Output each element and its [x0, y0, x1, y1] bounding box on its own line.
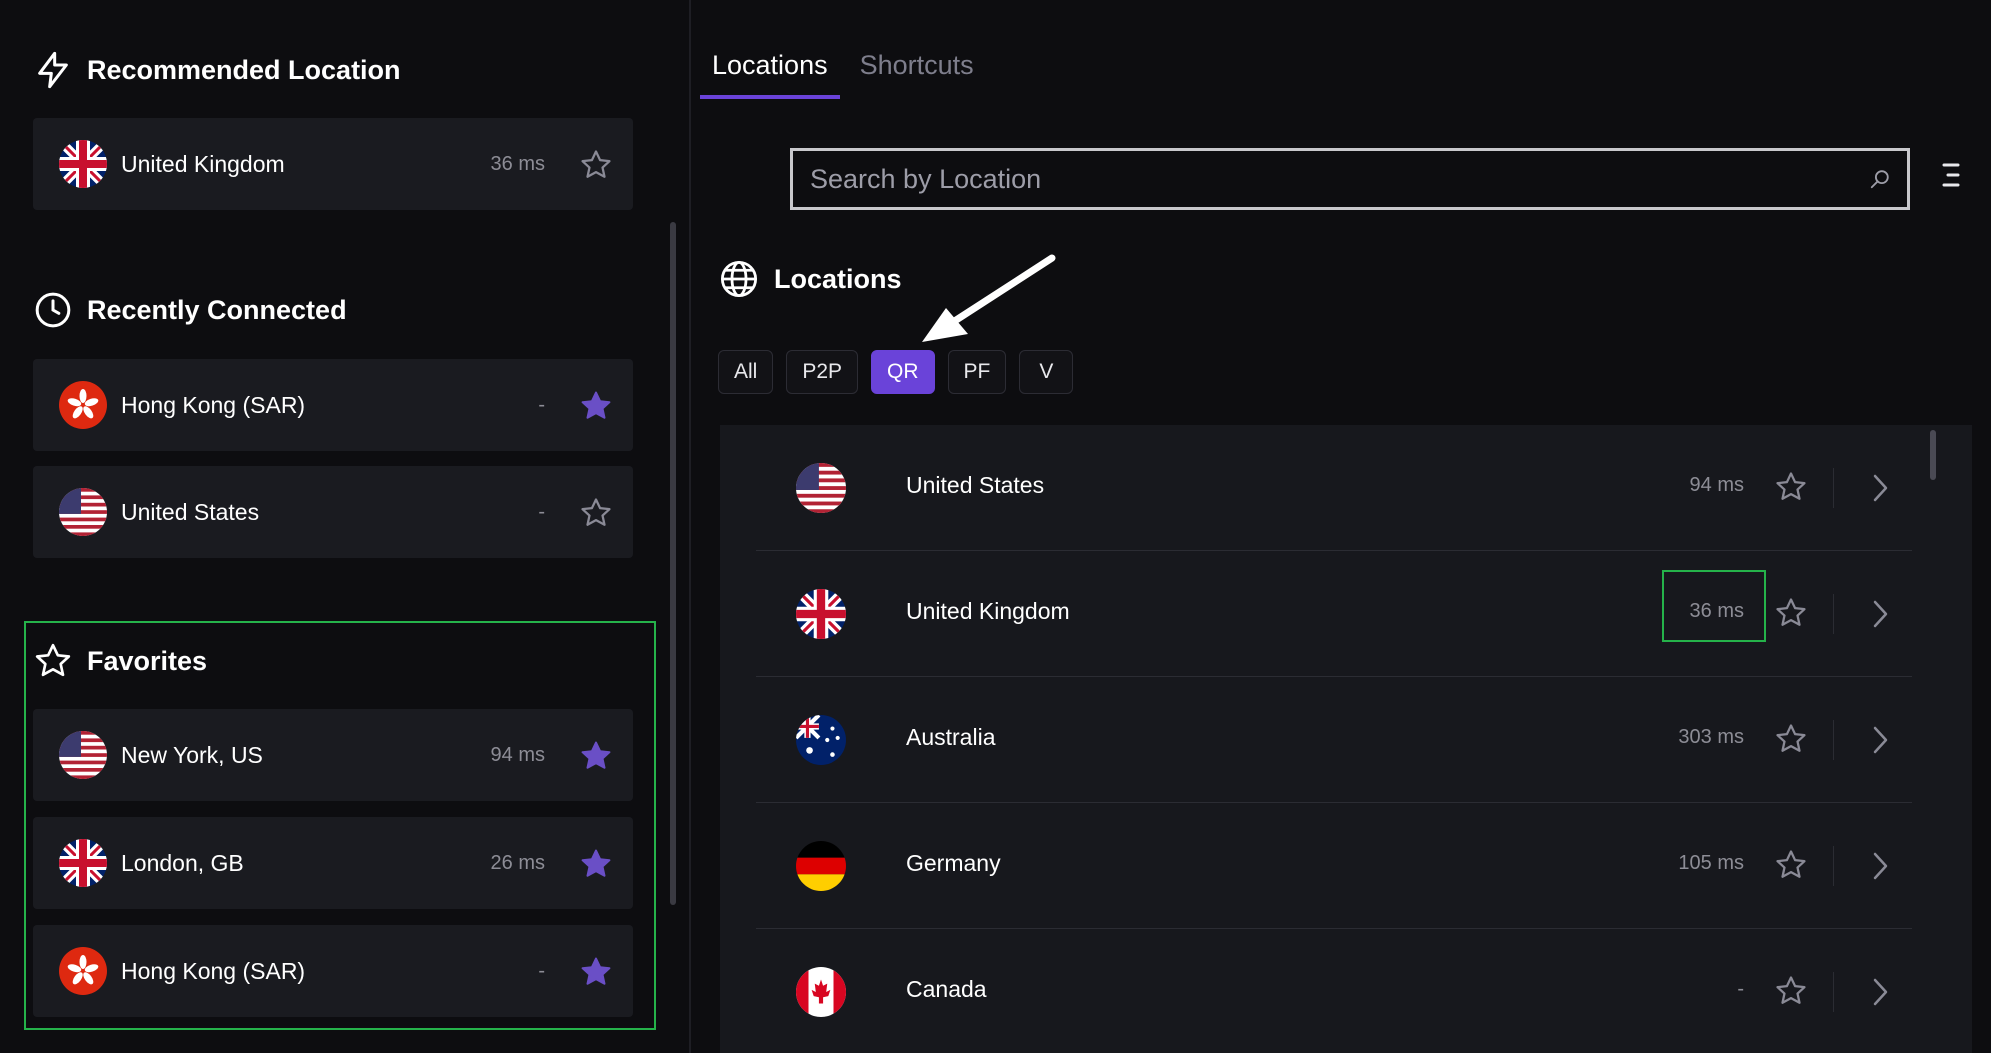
ping-highlight-box: [1662, 570, 1766, 642]
panel-divider: [689, 0, 691, 1053]
favorite-location-row[interactable]: New York, US 94 ms: [33, 709, 633, 801]
location-ping: -: [1737, 978, 1744, 1000]
location-name: Germany: [906, 850, 1001, 876]
star-outline-icon[interactable]: [1774, 470, 1808, 504]
filter-chip-p2p[interactable]: P2P: [786, 350, 859, 394]
location-row[interactable]: Canada -: [756, 929, 1912, 1053]
favorite-location-row[interactable]: Hong Kong (SAR) -: [33, 925, 633, 1017]
filter-chips: All P2P QR PF V: [718, 350, 1074, 394]
recommended-location-row[interactable]: United Kingdom 36 ms: [33, 118, 633, 210]
recommended-header: Recommended Location: [33, 50, 401, 90]
left-scrollbar[interactable]: [670, 222, 676, 905]
location-name: Hong Kong (SAR): [121, 391, 306, 418]
filter-menu-icon[interactable]: [1940, 161, 1962, 189]
lightning-icon: [38, 51, 68, 89]
location-ping: 36 ms: [490, 152, 545, 175]
star-outline-icon[interactable]: [579, 496, 613, 530]
clock-icon: [35, 292, 71, 328]
au-flag-icon: [796, 715, 846, 765]
row-separator: [1833, 972, 1834, 1012]
recent-location-row[interactable]: United States -: [33, 466, 633, 558]
us-flag-icon: [59, 488, 107, 536]
globe-icon: [720, 260, 758, 298]
location-name: United States: [121, 498, 260, 525]
location-ping: 105 ms: [1678, 852, 1744, 874]
locations-header: Locations: [718, 258, 902, 300]
star-outline-icon[interactable]: [1774, 848, 1808, 882]
star-filled-icon[interactable]: [579, 389, 613, 423]
tab-shortcuts[interactable]: Shortcuts: [848, 50, 986, 99]
location-ping: 94 ms: [1689, 474, 1744, 496]
filter-chip-qr[interactable]: QR: [871, 350, 935, 394]
uk-flag-icon: [59, 839, 107, 887]
uk-flag-icon: [59, 140, 107, 188]
hk-flag-icon: [59, 381, 107, 429]
uk-flag-icon: [796, 589, 846, 639]
recent-location-row[interactable]: Hong Kong (SAR) -: [33, 359, 633, 451]
recent-title: Recently Connected: [87, 294, 347, 325]
location-row[interactable]: United States 94 ms: [756, 425, 1912, 551]
ca-flag-icon: [796, 967, 846, 1017]
locations-scrollbar[interactable]: [1930, 430, 1936, 480]
hk-flag-icon: [59, 947, 107, 995]
filter-chip-all[interactable]: All: [718, 350, 774, 394]
filter-chip-v[interactable]: V: [1019, 350, 1074, 394]
filter-chip-pf[interactable]: PF: [947, 350, 1007, 394]
location-name: United Kingdom: [121, 150, 285, 177]
star-outline-icon[interactable]: [1774, 722, 1808, 756]
chevron-right-icon[interactable]: [1868, 976, 1892, 1008]
star-outline-icon[interactable]: [1774, 596, 1808, 630]
annotation-arrow-icon: [922, 254, 1056, 342]
location-row[interactable]: Germany 105 ms: [756, 803, 1912, 929]
search-box: [790, 148, 1910, 210]
favorites-header: Favorites: [33, 641, 207, 681]
row-separator: [1833, 594, 1834, 634]
row-separator: [1833, 720, 1834, 760]
location-name: London, GB: [121, 849, 244, 876]
favorite-location-row[interactable]: London, GB 26 ms: [33, 817, 633, 909]
location-ping: -: [538, 393, 545, 416]
location-name: Canada: [906, 976, 987, 1002]
location-ping: 303 ms: [1678, 726, 1744, 748]
chevron-right-icon[interactable]: [1868, 850, 1892, 882]
row-separator: [1833, 846, 1834, 886]
recommended-title: Recommended Location: [87, 54, 401, 85]
recent-header: Recently Connected: [33, 290, 347, 330]
tab-locations[interactable]: Locations: [700, 50, 840, 99]
left-panel: Recommended Location United Kingdom 36 m…: [0, 0, 690, 1053]
locations-list: United States 94 ms United Kingdom 36 ms…: [720, 425, 1972, 1053]
location-ping: 94 ms: [490, 743, 545, 766]
search-icon[interactable]: [1869, 168, 1891, 190]
chevron-right-icon[interactable]: [1868, 724, 1892, 756]
location-ping: 26 ms: [490, 851, 545, 874]
row-separator: [1833, 468, 1834, 508]
us-flag-icon: [59, 731, 107, 779]
location-name: New York, US: [121, 741, 263, 768]
location-name: United States: [906, 472, 1045, 498]
location-name: United Kingdom: [906, 598, 1070, 624]
search-input[interactable]: [793, 151, 1907, 207]
star-filled-icon[interactable]: [579, 955, 613, 989]
location-row[interactable]: Australia 303 ms: [756, 677, 1912, 803]
star-outline-icon: [35, 643, 71, 677]
de-flag-icon: [796, 841, 846, 891]
location-name: Australia: [906, 724, 996, 750]
chevron-right-icon[interactable]: [1868, 472, 1892, 504]
star-filled-icon[interactable]: [579, 739, 613, 773]
location-ping: -: [538, 959, 545, 982]
tab-bar: Locations Shortcuts: [700, 50, 994, 99]
star-outline-icon[interactable]: [579, 148, 613, 182]
location-name: Hong Kong (SAR): [121, 957, 306, 984]
location-ping: -: [538, 500, 545, 523]
favorites-title: Favorites: [87, 645, 208, 676]
star-filled-icon[interactable]: [579, 847, 613, 881]
us-flag-icon: [796, 463, 846, 513]
star-outline-icon[interactable]: [1774, 974, 1808, 1008]
chevron-right-icon[interactable]: [1868, 598, 1892, 630]
locations-title: Locations: [774, 263, 902, 294]
